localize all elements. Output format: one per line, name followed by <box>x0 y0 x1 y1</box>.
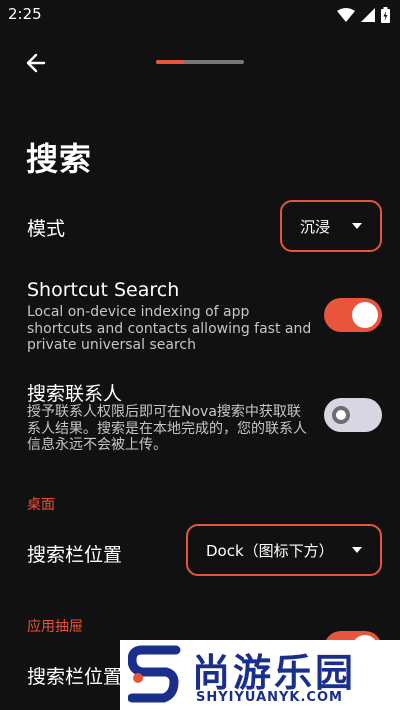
signal-icon <box>361 8 375 22</box>
caret-down-icon <box>352 223 362 229</box>
search-contacts-toggle[interactable] <box>324 398 382 432</box>
watermark-title: 尚游乐园 <box>192 651 357 695</box>
battery-icon <box>381 7 390 23</box>
toggle-knob <box>332 406 350 424</box>
wifi-icon <box>337 8 355 22</box>
mode-dropdown[interactable]: 沉浸 <box>280 200 382 252</box>
page-title: 搜索 <box>26 140 93 178</box>
scroll-progress-track <box>156 60 244 64</box>
desktop-search-bar-position-value: Dock（图标下方） <box>206 541 334 560</box>
toggle-knob <box>352 302 378 328</box>
mode-label: 模式 <box>27 218 66 240</box>
back-button[interactable] <box>24 50 52 76</box>
mode-dropdown-value: 沉浸 <box>300 217 331 236</box>
shortcut-search-description: Local on-device indexing of app shortcut… <box>27 304 312 353</box>
search-contacts-label: 搜索联系人 <box>27 383 123 405</box>
drawer-search-bar-position-label: 搜索栏位置 <box>27 666 123 688</box>
search-contacts-description: 授予联系人权限后即可在Nova搜索中获取联系人结果。搜索是在本地完成的，您的联系… <box>27 404 307 453</box>
section-header-app-drawer: 应用抽屉 <box>27 619 83 635</box>
watermark-logo-icon <box>128 645 181 703</box>
shortcut-search-toggle[interactable] <box>324 298 382 332</box>
desktop-search-bar-position-label: 搜索栏位置 <box>27 544 123 566</box>
watermark-url: SHYIYUANYK.COM <box>196 690 343 705</box>
status-time: 2:25 <box>8 5 42 23</box>
status-bar: 2:25 <box>0 0 400 30</box>
watermark: 尚游乐园 SHYIYUANYK.COM <box>120 640 400 710</box>
scroll-progress-fill <box>156 60 185 64</box>
caret-down-icon <box>352 547 362 553</box>
desktop-search-bar-position-dropdown[interactable]: Dock（图标下方） <box>186 524 382 576</box>
arrow-left-icon <box>26 53 46 73</box>
status-icons <box>337 7 390 23</box>
section-header-desktop: 桌面 <box>27 497 55 513</box>
shortcut-search-label: Shortcut Search <box>27 279 180 301</box>
